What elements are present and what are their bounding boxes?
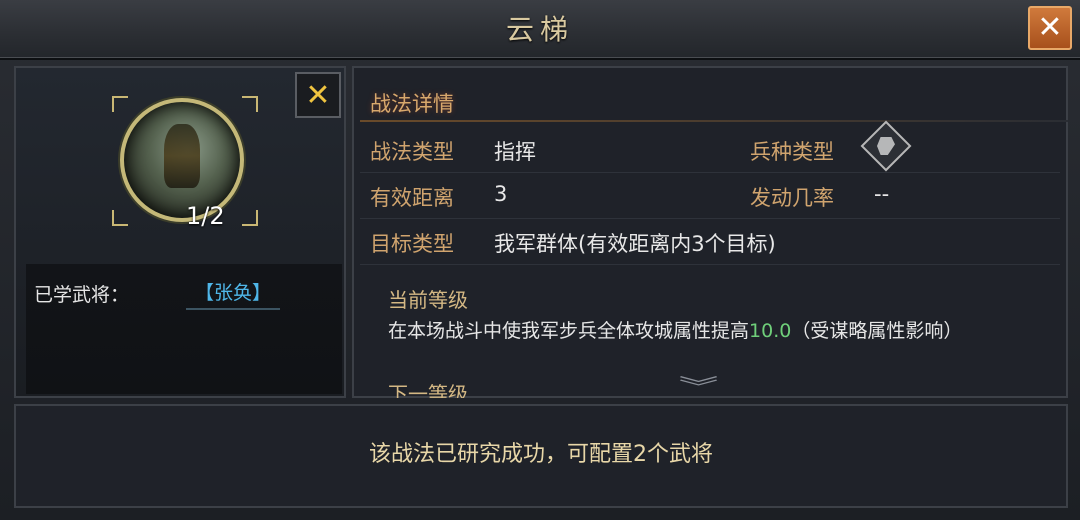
unlearn-close-button[interactable]: ✕ [295, 72, 341, 118]
target-type-label: 目标类型 [370, 232, 454, 256]
skill-usage-count: 1/2 [186, 202, 225, 230]
trigger-rate-label: 发动几率 [750, 186, 834, 210]
window-close-button[interactable]: ✕ [1028, 6, 1072, 50]
general-portrait-icon [120, 98, 244, 222]
chevron-down-icon[interactable]: ︾ [679, 370, 719, 402]
learned-general-link[interactable]: 【张奂】 [186, 278, 280, 310]
skill-type-value: 指挥 [494, 140, 536, 164]
range-value: 3 [494, 182, 508, 206]
next-level-title: 下一等级 [388, 384, 468, 398]
divider [360, 120, 1068, 122]
skill-type-label: 战法类型 [370, 140, 454, 164]
section-title: 战法详情 [370, 92, 454, 116]
current-level-title: 当前等级 [388, 288, 468, 312]
description-text: 在本场战斗中使我军步兵全体攻城属性提高 [388, 320, 750, 342]
skill-icon-frame [112, 96, 258, 226]
trigger-rate-value: -- [874, 182, 890, 206]
close-icon: ✕ [1037, 10, 1063, 45]
close-icon: ✕ [305, 77, 331, 113]
window-title: 云梯 [505, 13, 574, 46]
description-note: （受谋略属性影响） [791, 320, 963, 342]
range-label: 有效距离 [370, 186, 454, 210]
learned-generals-label: 已学武将： [34, 284, 130, 306]
description-value: 10.0 [749, 320, 792, 342]
current-level-description: 在本场战斗中使我军步兵全体攻城属性提高10.0（受谋略属性影响） [388, 316, 1048, 347]
research-status-message: 该战法已研究成功，可配置2个武将 [369, 442, 713, 467]
troop-type-label: 兵种类型 [750, 140, 834, 164]
target-type-value: 我军群体(有效距离内3个目标) [494, 232, 776, 256]
